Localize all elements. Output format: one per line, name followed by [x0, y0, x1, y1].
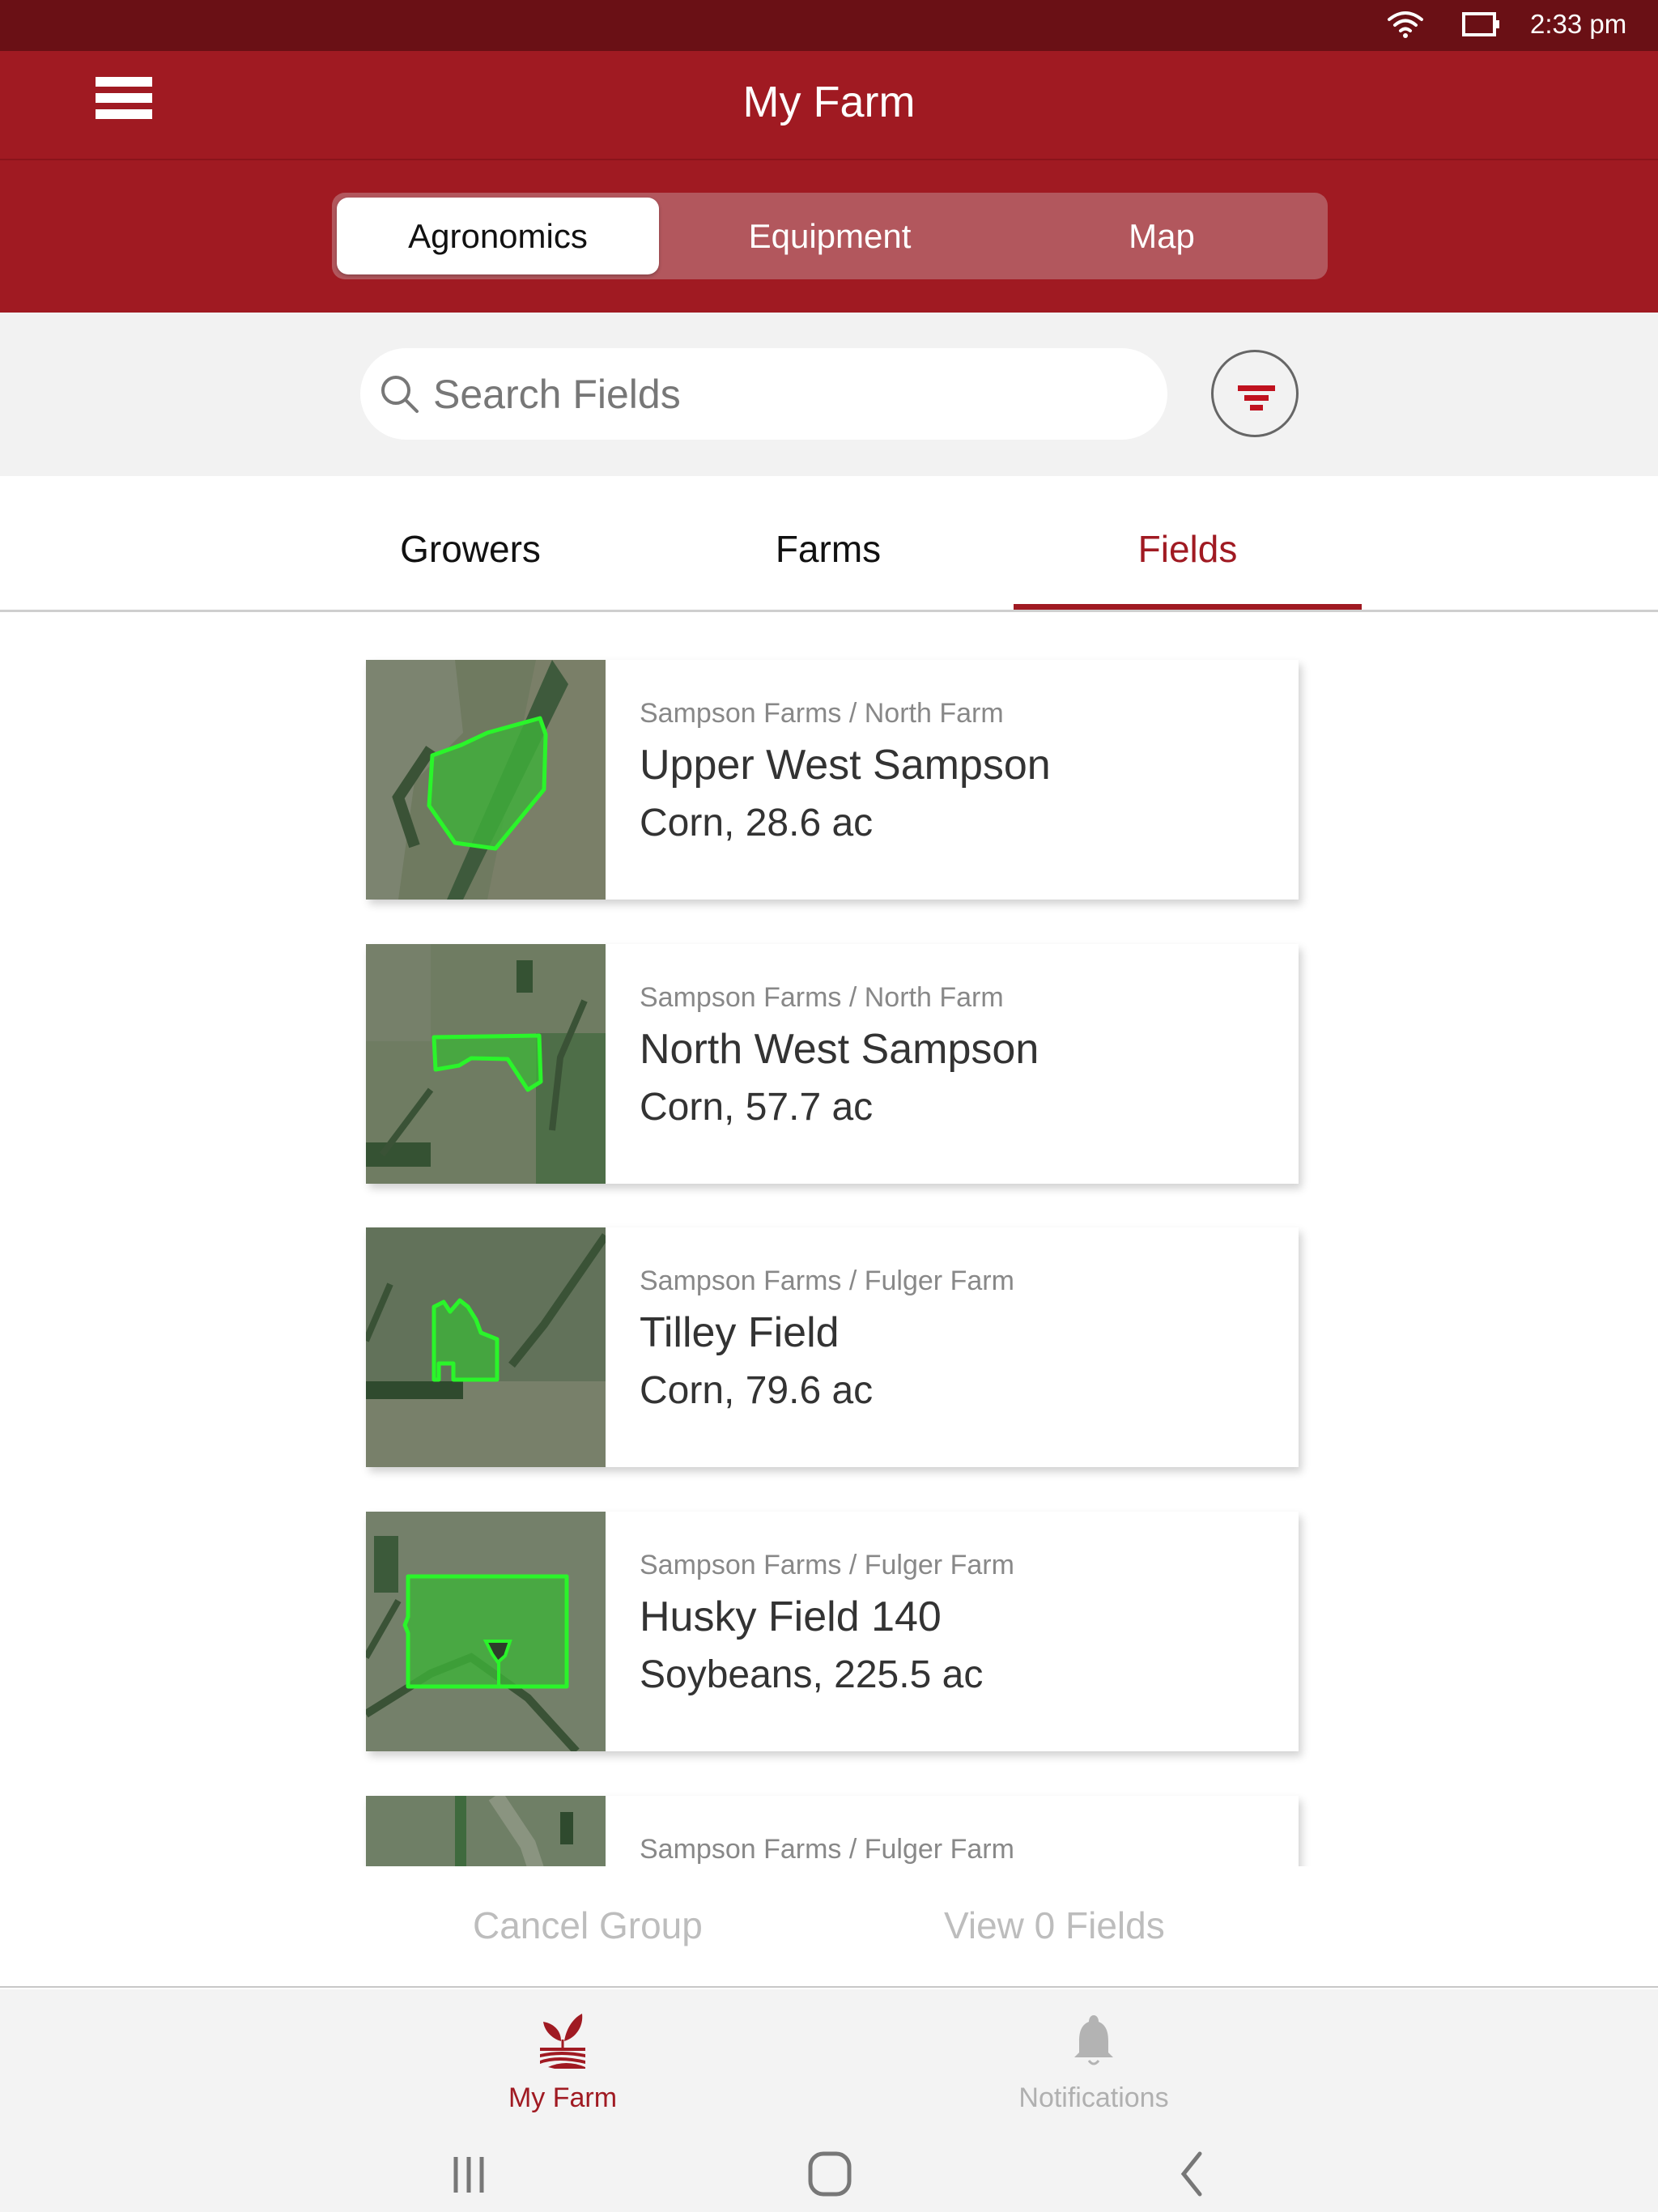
- search-input[interactable]: [433, 348, 1146, 440]
- cancel-group-button[interactable]: Cancel Group: [473, 1897, 703, 1954]
- tab-growers[interactable]: Growers: [296, 476, 644, 610]
- wifi-icon: [1388, 11, 1423, 38]
- field-detail: Soybeans, 225.5 ac: [640, 1653, 984, 1696]
- field-card[interactable]: Sampson Farms / Fulger Farm: [366, 1796, 1299, 1866]
- segmented-control: Agronomics Equipment Map: [332, 193, 1328, 279]
- field-thumbnail: [366, 1227, 606, 1467]
- segment-equipment[interactable]: Equipment: [669, 198, 991, 274]
- field-thumbnail: [366, 1512, 606, 1751]
- tab-bar: Growers Farms Fields: [0, 476, 1658, 612]
- tab-farms[interactable]: Farms: [654, 476, 1002, 610]
- field-path: Sampson Farms / Fulger Farm: [640, 1834, 1014, 1865]
- field-thumbnail: [366, 944, 606, 1184]
- nav-notifications[interactable]: Notifications: [932, 1989, 1256, 2138]
- field-thumbnail: [366, 660, 606, 900]
- nav-label: Notifications: [1018, 2082, 1169, 2113]
- field-name: Tilley Field: [640, 1309, 840, 1356]
- view-fields-button[interactable]: View 0 Fields: [944, 1897, 1165, 1954]
- field-name: North West Sampson: [640, 1026, 1039, 1073]
- nav-label: My Farm: [508, 2082, 618, 2113]
- field-list[interactable]: Sampson Farms / North Farm Upper West Sa…: [0, 615, 1658, 1866]
- bell-icon: [1074, 2015, 1113, 2065]
- farm-sprout-icon: [540, 2014, 585, 2069]
- system-nav: [0, 2138, 1658, 2212]
- status-time: 2:33 pm: [1530, 9, 1627, 39]
- bottom-nav: My Farm Notifications: [0, 1989, 1658, 2138]
- field-card[interactable]: Sampson Farms / Fulger Farm Husky Field …: [366, 1512, 1299, 1751]
- field-path: Sampson Farms / North Farm: [640, 982, 1004, 1013]
- field-thumbnail: [366, 1796, 606, 1866]
- field-card[interactable]: Sampson Farms / North Farm North West Sa…: [366, 944, 1299, 1184]
- filter-button[interactable]: [1211, 350, 1299, 437]
- field-path: Sampson Farms / Fulger Farm: [640, 1266, 1014, 1296]
- battery-icon: [1462, 12, 1499, 36]
- app-header: My Farm: [0, 51, 1658, 160]
- page-title: My Farm: [742, 78, 916, 126]
- search-area: [0, 313, 1658, 476]
- recent-apps-icon[interactable]: [436, 2146, 501, 2202]
- field-detail: Corn, 28.6 ac: [640, 802, 874, 844]
- field-detail: Corn, 79.6 ac: [640, 1369, 874, 1412]
- field-card[interactable]: Sampson Farms / North Farm Upper West Sa…: [366, 660, 1299, 900]
- field-card[interactable]: Sampson Farms / Fulger Farm Tilley Field…: [366, 1227, 1299, 1467]
- segment-area: Agronomics Equipment Map: [0, 160, 1658, 313]
- active-tab-indicator: [1014, 604, 1362, 610]
- home-icon[interactable]: [797, 2146, 862, 2202]
- field-path: Sampson Farms / Fulger Farm: [640, 1550, 1014, 1580]
- field-path: Sampson Farms / North Farm: [640, 698, 1004, 729]
- search-icon: [381, 376, 419, 413]
- segment-agronomics[interactable]: Agronomics: [337, 198, 659, 274]
- filter-icon: [1238, 385, 1275, 391]
- group-action-bar: Cancel Group View 0 Fields: [0, 1866, 1658, 1988]
- nav-my-farm[interactable]: My Farm: [401, 1989, 725, 2138]
- segment-map[interactable]: Map: [1001, 198, 1323, 274]
- search-bar[interactable]: [360, 348, 1167, 440]
- tab-fields[interactable]: Fields: [1014, 476, 1362, 610]
- field-name: Upper West Sampson: [640, 742, 1051, 789]
- field-name: Husky Field 140: [640, 1593, 942, 1640]
- field-detail: Corn, 57.7 ac: [640, 1086, 874, 1129]
- status-bar: 2:33 pm: [0, 0, 1658, 51]
- back-icon[interactable]: [1159, 2146, 1224, 2202]
